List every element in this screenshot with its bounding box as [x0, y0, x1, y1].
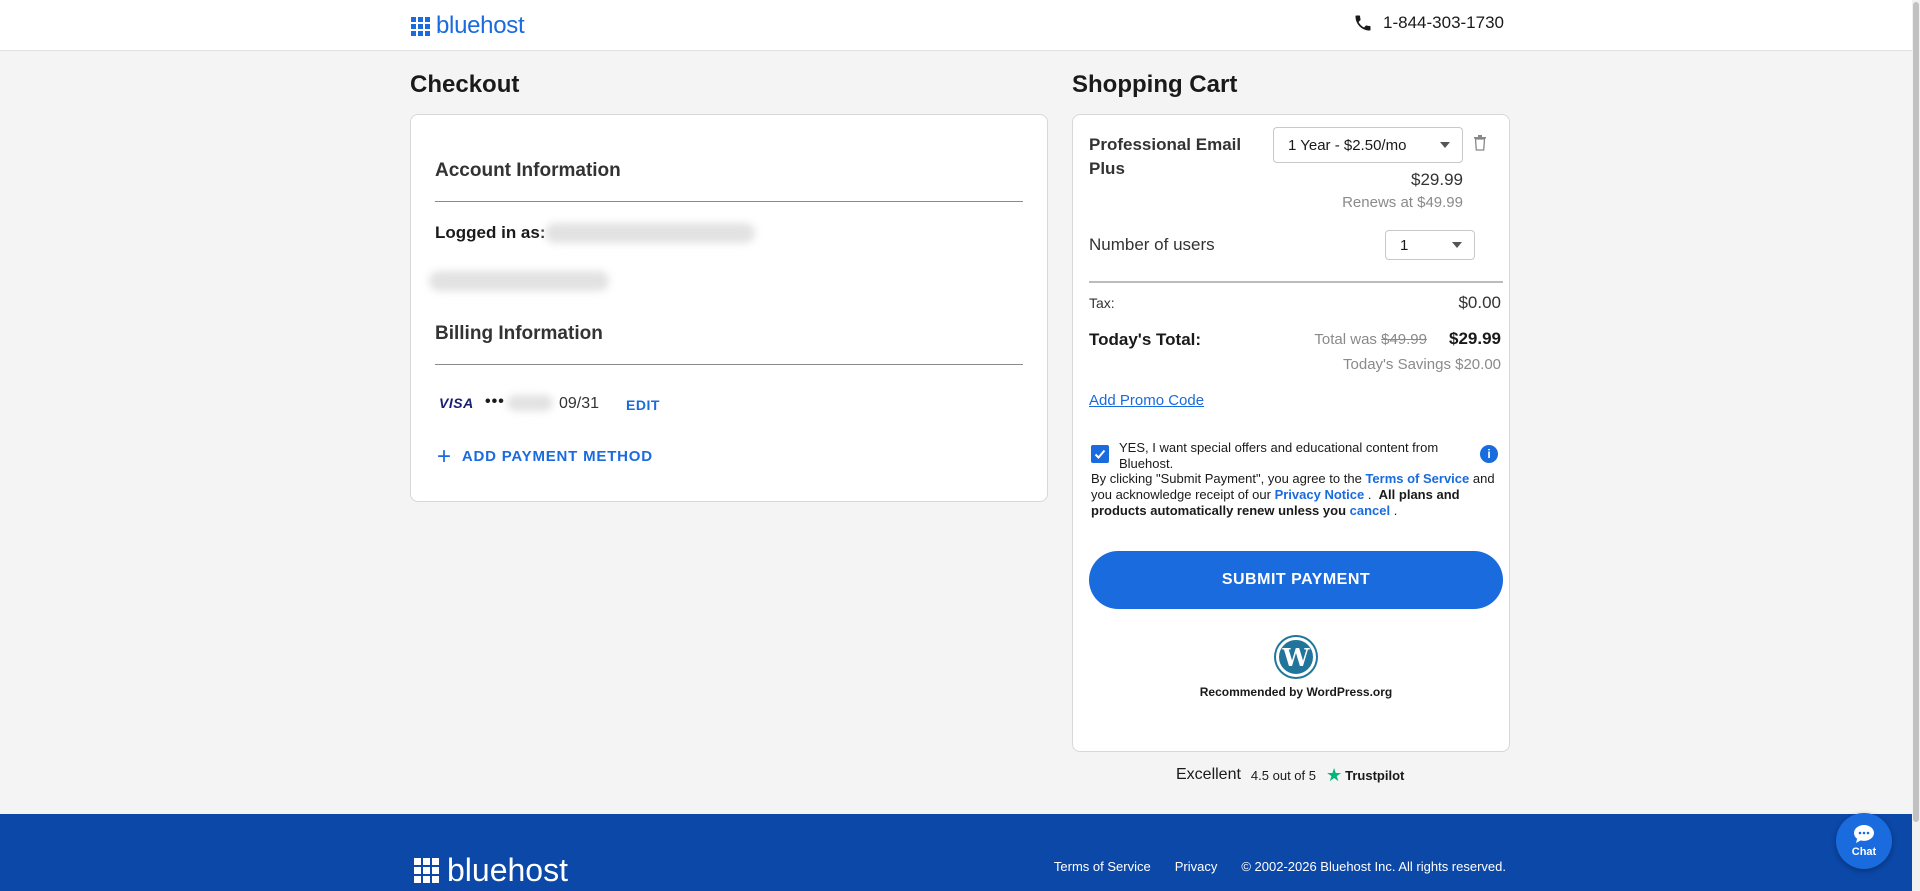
trust-rating-word: Excellent — [1176, 766, 1241, 783]
savings-text: Today's Savings $20.00 — [1343, 356, 1501, 373]
shopping-cart-title: Shopping Cart — [1072, 71, 1238, 98]
offers-text: YES, I want special offers and education… — [1119, 440, 1439, 471]
trash-icon[interactable] — [1473, 135, 1487, 151]
cart-divider — [1089, 281, 1503, 283]
redacted-account-detail — [429, 271, 609, 291]
term-selected-value: 1 Year - $2.50/mo — [1288, 136, 1407, 154]
page-scrollbar[interactable] — [1912, 0, 1920, 891]
total-was-prefix: Total was — [1314, 331, 1377, 348]
users-label: Number of users — [1089, 235, 1215, 254]
legal-text: By clicking "Submit Payment", you agree … — [1091, 471, 1511, 519]
checkout-title: Checkout — [410, 71, 520, 98]
add-payment-method-button[interactable]: + ADD PAYMENT METHOD — [437, 442, 653, 470]
product-name: Professional Email Plus — [1089, 135, 1242, 178]
offers-checkbox[interactable] — [1091, 445, 1109, 463]
chat-button[interactable]: Chat — [1836, 813, 1892, 869]
logged-in-label: Logged in as: — [435, 223, 546, 242]
product-price: $29.99 — [1411, 170, 1463, 189]
add-promo-code-link[interactable]: Add Promo Code — [1089, 392, 1204, 409]
phone-number: 1-844-303-1730 — [1383, 13, 1504, 32]
star-icon: ★ — [1325, 765, 1343, 785]
check-icon — [1094, 449, 1106, 459]
trustpilot-logo: ★ Trustpilot — [1325, 765, 1405, 785]
users-select[interactable]: 1 — [1385, 230, 1475, 260]
trustpilot-brand: Trustpilot — [1345, 767, 1405, 783]
card-number-masked: ••• — [485, 393, 505, 410]
submit-payment-button[interactable]: SUBMIT PAYMENT — [1089, 551, 1503, 609]
account-divider — [435, 201, 1023, 202]
terms-of-service-link[interactable]: Terms of Service — [1365, 471, 1469, 486]
legal-text-1: By clicking "Submit Payment", you agree … — [1091, 471, 1362, 486]
total-value: $29.99 — [1449, 329, 1501, 348]
tax-value: $0.00 — [1458, 293, 1501, 312]
wordpress-recommendation: Recommended by WordPress.org — [1199, 685, 1393, 699]
footer-links: Terms of Service Privacy © 2002-2026 Blu… — [1054, 859, 1506, 874]
shopping-cart-panel: Professional Email Plus 1 Year - $2.50/m… — [1072, 114, 1510, 752]
edit-payment-button[interactable]: EDIT — [626, 397, 660, 413]
redacted-email — [545, 223, 755, 243]
redacted-card-digits — [507, 395, 553, 411]
checkout-panel: Account Information Logged in as: Billin… — [410, 114, 1048, 502]
tax-label: Tax: — [1089, 295, 1115, 311]
term-select[interactable]: 1 Year - $2.50/mo — [1273, 127, 1463, 163]
card-expiry: 09/31 — [559, 395, 600, 412]
footer-privacy-link[interactable]: Privacy — [1175, 859, 1218, 874]
footer-bluehost-logo[interactable]: bluehost — [414, 852, 568, 889]
chevron-down-icon — [1452, 242, 1462, 248]
logo-grid-icon — [414, 858, 439, 883]
users-selected-value: 1 — [1400, 236, 1409, 254]
logo-grid-icon — [411, 16, 430, 36]
account-info-title: Account Information — [435, 160, 621, 181]
chevron-down-icon — [1440, 142, 1450, 148]
site-header: bluehost 1-844-303-1730 — [0, 0, 1920, 51]
chat-label: Chat — [1851, 846, 1877, 858]
billing-divider — [435, 364, 1023, 365]
privacy-notice-link[interactable]: Privacy Notice — [1275, 487, 1365, 502]
cancel-link[interactable]: cancel — [1350, 503, 1390, 518]
legal-text-4: . — [1393, 503, 1398, 518]
billing-info-title: Billing Information — [435, 323, 603, 344]
trust-rating-text: 4.5 out of 5 — [1250, 767, 1316, 783]
renewal-price: Renews at $49.99 — [1342, 194, 1463, 211]
info-icon[interactable]: i — [1480, 445, 1498, 463]
trustpilot-rating[interactable]: Excellent 4.5 out of 5 ★ Trustpilot — [1176, 766, 1404, 784]
visa-card-icon: VISA — [439, 395, 474, 411]
add-payment-label: ADD PAYMENT METHOD — [461, 448, 653, 465]
footer-copyright: © 2002-2026 Bluehost Inc. All rights res… — [1241, 859, 1506, 874]
plus-icon: + — [437, 442, 452, 470]
total-was: Total was $49.99 — [1314, 331, 1427, 348]
scrollbar-thumb[interactable] — [1913, 2, 1919, 822]
bluehost-logo[interactable]: bluehost — [411, 12, 525, 40]
site-footer: bluehost Terms of Service Privacy © 2002… — [0, 814, 1912, 891]
legal-text-3: . — [1367, 487, 1372, 502]
logo-text: bluehost — [436, 12, 525, 39]
footer-logo-text: bluehost — [447, 852, 568, 888]
chat-icon — [1854, 825, 1874, 843]
total-was-value: $49.99 — [1381, 331, 1427, 348]
phone-contact[interactable]: 1-844-303-1730 — [1353, 13, 1504, 33]
total-label: Today's Total: — [1089, 330, 1202, 349]
phone-icon — [1355, 15, 1371, 31]
wordpress-icon: W — [1276, 637, 1316, 677]
footer-terms-link[interactable]: Terms of Service — [1054, 859, 1151, 874]
